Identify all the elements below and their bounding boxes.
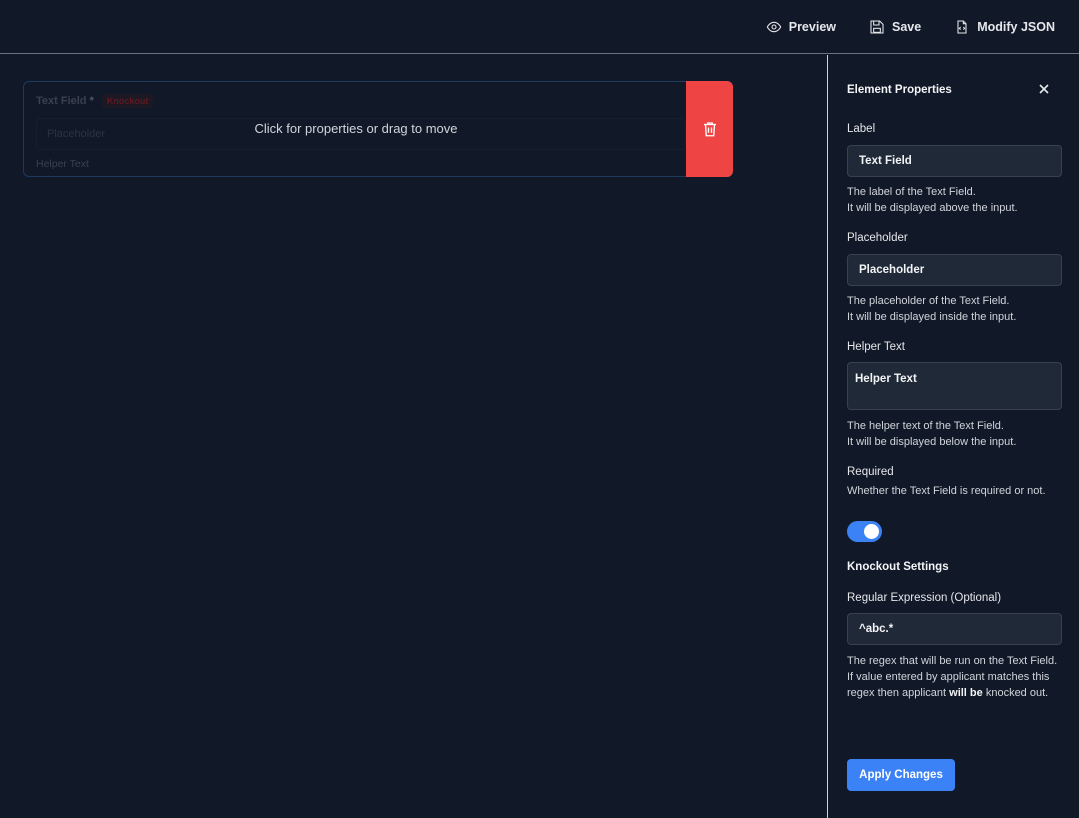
label-title: Label	[847, 123, 876, 135]
placeholder-description: The placeholder of the Text Field. It wi…	[847, 295, 1017, 323]
placeholder-input[interactable]	[847, 254, 1062, 286]
close-icon[interactable]	[1038, 82, 1050, 94]
eye-icon	[766, 21, 781, 32]
toggle-knob	[864, 524, 879, 539]
form-canvas: Text Field * Knockout Placeholder Helper…	[0, 55, 827, 818]
preview-label: Preview	[788, 19, 836, 34]
label-input[interactable]	[847, 145, 1062, 177]
modify-json-button[interactable]: Modify JSON	[954, 19, 1055, 35]
apply-changes-button[interactable]: Apply Changes	[847, 759, 955, 791]
trash-icon	[703, 122, 716, 137]
knockout-badge: Knockout	[101, 94, 154, 108]
field-label-row: Text Field * Knockout	[36, 94, 154, 108]
text-field-element[interactable]: Text Field * Knockout Placeholder Helper…	[23, 81, 733, 177]
delete-button[interactable]	[686, 81, 733, 177]
panel-title: Element Properties	[847, 84, 952, 96]
required-toggle[interactable]	[847, 521, 882, 542]
save-button[interactable]: Save	[869, 19, 921, 35]
required-title: Required	[847, 466, 894, 478]
properties-panel: Element Properties Label The label of th…	[827, 55, 1079, 818]
regex-title: Regular Expression (Optional)	[847, 592, 1002, 604]
top-toolbar: Preview Save Modify JSON	[0, 0, 1079, 54]
regex-input[interactable]	[847, 613, 1062, 645]
field-helper-text: Helper Text	[36, 158, 89, 170]
helper-text-title: Helper Text	[847, 341, 905, 353]
label-description: The label of the Text Field. It will be …	[847, 186, 1018, 214]
helper-text-textarea[interactable]: Helper Text	[847, 362, 1062, 410]
save-label: Save	[892, 19, 922, 34]
required-mark: *	[89, 95, 94, 107]
regex-description: The regex that will be run on the Text F…	[847, 655, 1058, 699]
text-field-preview: Text Field * Knockout Placeholder Helper…	[36, 82, 686, 176]
knockout-settings-title: Knockout Settings	[847, 561, 949, 573]
code-file-icon	[957, 19, 967, 34]
preview-button[interactable]: Preview	[766, 19, 836, 35]
field-label: Text Field	[36, 95, 87, 107]
floppy-disk-icon	[870, 19, 884, 34]
helper-text-description: The helper text of the Text Field. It wi…	[847, 420, 1017, 448]
modify-json-label: Modify JSON	[977, 19, 1055, 34]
field-input-preview: Placeholder	[36, 118, 686, 150]
required-description: Whether the Text Field is required or no…	[847, 485, 1046, 497]
placeholder-title: Placeholder	[847, 232, 908, 244]
